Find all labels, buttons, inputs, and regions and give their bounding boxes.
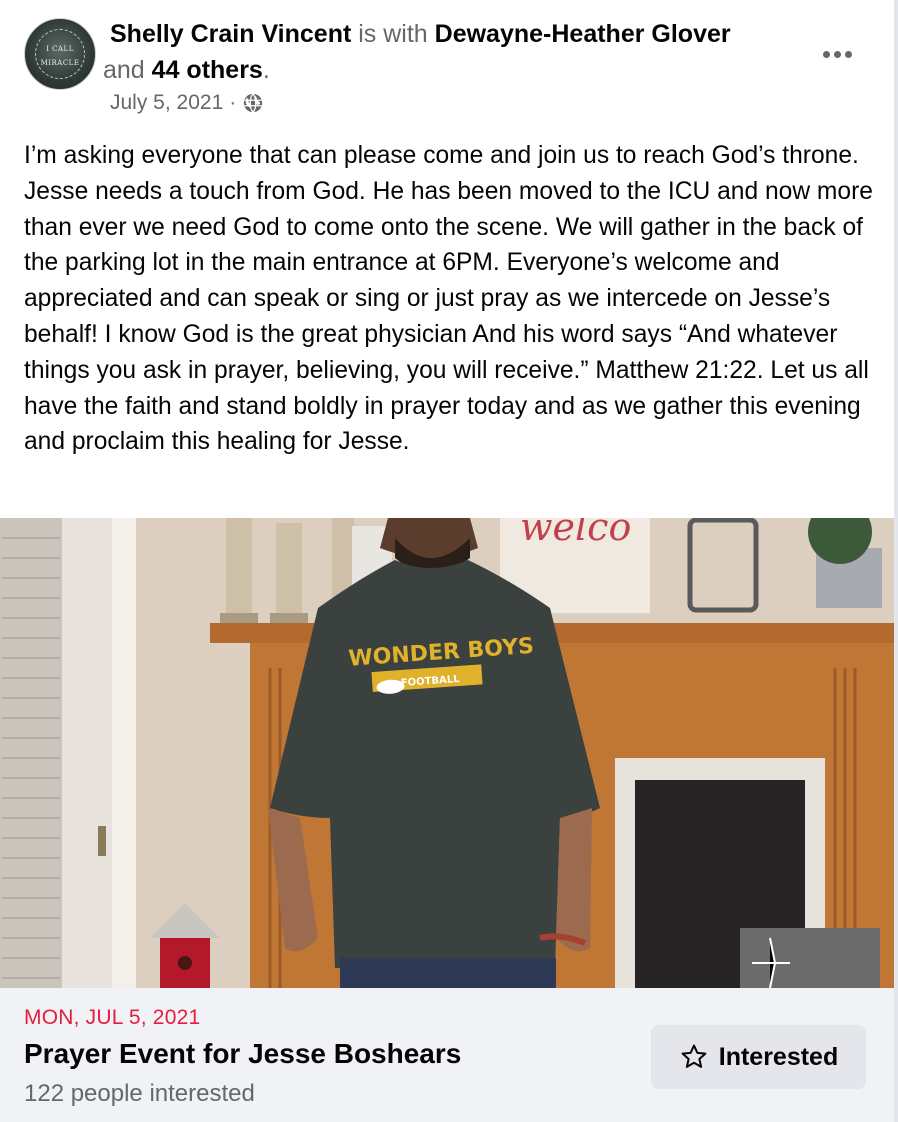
interested-button-label: Interested [718,1042,839,1071]
avatar-text-bottom: MIRACLE [40,59,80,67]
event-date: MON, JUL 5, 2021 [24,1006,201,1029]
more-dot [822,50,830,58]
post-meta: July 5, 2021 · [110,91,264,115]
event-interested-count: 122 people interested [24,1080,255,1107]
star-icon [681,1044,707,1068]
event-info-panel[interactable]: MON, JUL 5, 2021 Prayer Event for Jesse … [0,988,894,1122]
meta-separator: · [229,91,237,114]
more-options-icon[interactable] [820,44,854,64]
post-header: I CALL MIRACLE Shelly Crain Vincent is w… [24,16,874,126]
with-text: is with [351,20,435,48]
post-header-text: Shelly Crain Vincent is with Dewayne-Hea… [103,16,810,88]
interested-button[interactable]: Interested [651,1025,866,1089]
avatar[interactable]: I CALL MIRACLE [24,18,96,90]
scrollbar-edge [894,0,898,1122]
post-card: I CALL MIRACLE Shelly Crain Vincent is w… [0,0,898,1122]
author-name[interactable]: Shelly Crain Vincent [110,20,351,48]
post-body: I’m asking everyone that can please come… [24,142,873,456]
period-text: . [262,56,270,84]
avatar-ring [35,29,85,79]
event-title[interactable]: Prayer Event for Jesse Boshears [24,1038,461,1070]
more-dot [844,50,852,58]
event-photo[interactable]: welco WONDER BOYS FOOTBALL [0,518,894,988]
and-text: and [103,56,152,84]
tagged-person[interactable]: Dewayne-Heather Glover [435,20,731,48]
others-link[interactable]: 44 others [152,56,263,84]
event-photo-illustration: welco WONDER BOYS FOOTBALL [0,518,894,988]
globe-icon[interactable] [242,92,264,114]
more-dot [833,50,841,58]
post-date[interactable]: July 5, 2021 [110,91,223,115]
avatar-text-top: I CALL [46,45,74,53]
svg-text:welco: welco [520,518,631,549]
